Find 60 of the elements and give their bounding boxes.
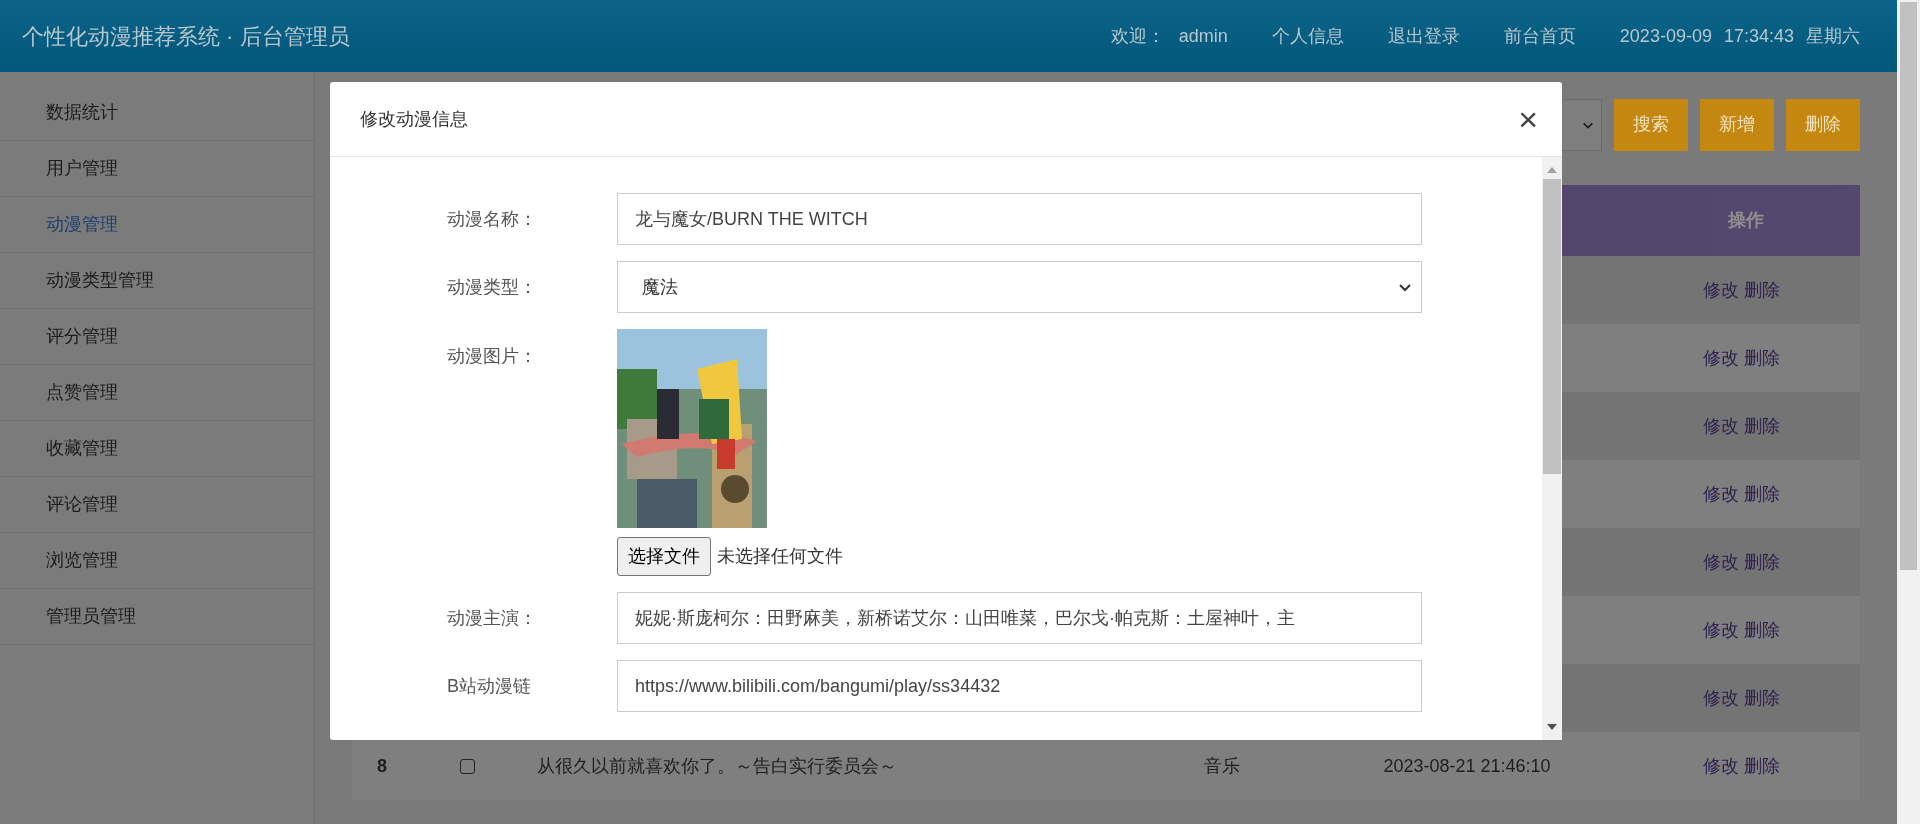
text-field[interactable]: 龙与魔女/BURN THE WITCH: [617, 193, 1422, 245]
action-link[interactable]: 修改: [1702, 480, 1739, 508]
sidebar-item[interactable]: 用户管理: [0, 141, 314, 197]
table-cell-text: 2023-08-21 21:46:10: [1383, 754, 1551, 778]
table-cell: 从很久以前就喜欢你了。～告白实行委员会～: [537, 755, 897, 776]
close-button[interactable]: ×: [1518, 102, 1538, 136]
type-select[interactable]: 魔法: [617, 261, 1422, 313]
nav-link[interactable]: 退出登录: [1387, 22, 1460, 50]
field-label: 动漫类型：: [447, 275, 538, 299]
sidebar-item[interactable]: 点赞管理: [0, 365, 314, 421]
column-header: 操作: [1726, 209, 1765, 232]
nav-link[interactable]: 个人信息: [1271, 22, 1344, 50]
action-link[interactable]: 删除: [1743, 412, 1780, 440]
scrollbar-thumb[interactable]: [1543, 179, 1561, 474]
action-link[interactable]: 删除: [1743, 276, 1780, 304]
action-link[interactable]: 删除: [1743, 344, 1780, 372]
nav-link[interactable]: 前台首页: [1503, 22, 1576, 50]
text-field[interactable]: https://www.bilibili.com/bangumi/play/ss34432: [617, 660, 1422, 712]
sidebar-item[interactable]: 浏览管理: [0, 533, 314, 589]
field-label: B站动漫链: [447, 674, 532, 698]
time-text: 17:34:43: [1723, 24, 1794, 48]
sidebar-item[interactable]: 数据统计: [0, 85, 314, 141]
system-title: 个性化动漫推荐系统 · 后台管理员: [22, 22, 350, 51]
field-label: 动漫名称：: [447, 207, 538, 231]
toolbar-button[interactable]: 删除: [1786, 98, 1860, 151]
sidebar-item[interactable]: 评分管理: [0, 309, 314, 365]
username: admin: [1178, 24, 1228, 48]
action-link[interactable]: 删除: [1743, 752, 1780, 780]
dialog-title: 修改动漫信息: [360, 107, 468, 131]
action-link[interactable]: 修改: [1702, 616, 1739, 644]
sidebar-item[interactable]: 管理员管理: [0, 589, 314, 645]
action-link[interactable]: 修改: [1702, 412, 1739, 440]
row-checkbox[interactable]: [459, 758, 475, 774]
scroll-up-icon[interactable]: [1547, 165, 1557, 173]
sidebar-item[interactable]: 评论管理: [0, 477, 314, 533]
action-link[interactable]: 删除: [1743, 684, 1780, 712]
welcome-label: 欢迎：: [1110, 24, 1165, 48]
toolbar-button[interactable]: 新增: [1700, 98, 1774, 151]
table-cell-text: 音乐: [1204, 754, 1240, 778]
text-field[interactable]: 妮妮·斯庞柯尔：田野麻美，新桥诺艾尔：山田唯菜，巴尔戈·帕克斯：土屋神叶，主: [617, 592, 1422, 644]
action-link[interactable]: 修改: [1702, 684, 1739, 712]
row-number: 8: [377, 754, 387, 778]
sidebar-item[interactable]: 动漫类型管理: [0, 253, 314, 309]
action-link[interactable]: 删除: [1743, 616, 1780, 644]
sidebar-item[interactable]: 动漫管理: [0, 197, 314, 253]
field-label: 动漫图片：: [447, 345, 538, 368]
toolbar-button[interactable]: 搜索: [1614, 98, 1688, 151]
action-link[interactable]: 修改: [1702, 752, 1739, 780]
field-label: 动漫主演：: [447, 606, 538, 630]
action-link[interactable]: 修改: [1702, 276, 1739, 304]
choose-file-button[interactable]: 选择文件: [617, 537, 711, 576]
action-link[interactable]: 删除: [1743, 480, 1780, 508]
date-text: 2023-09-09: [1619, 24, 1712, 48]
file-status: 未选择任何文件: [717, 545, 843, 568]
action-link[interactable]: 删除: [1743, 548, 1780, 576]
action-link[interactable]: 修改: [1702, 344, 1739, 372]
action-link[interactable]: 修改: [1702, 548, 1739, 576]
weekday-text: 星期六: [1806, 24, 1860, 48]
scrollbar-thumb[interactable]: [1900, 2, 1917, 570]
sidebar-item[interactable]: 收藏管理: [0, 421, 314, 477]
